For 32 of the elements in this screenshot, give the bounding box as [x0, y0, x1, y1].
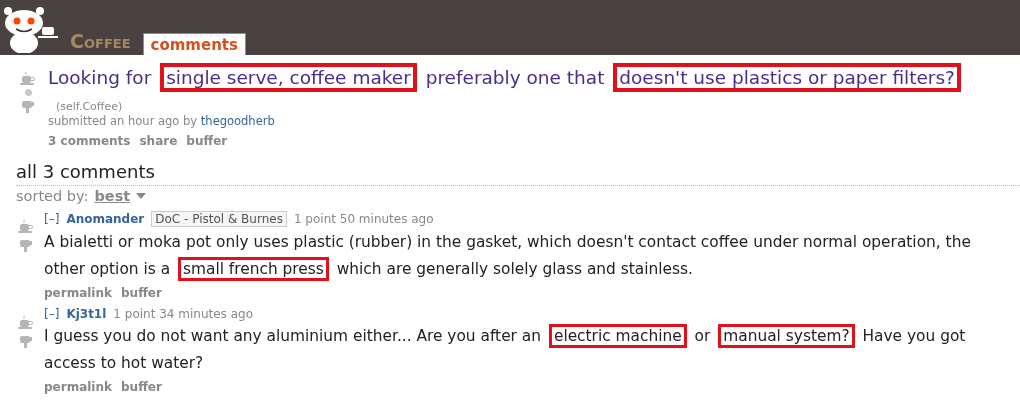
tab[interactable]: comments — [142, 33, 246, 55]
upvote-icon[interactable] — [18, 219, 34, 233]
comment-body: I guess you do not want any aluminium either... Are you after an electric machine or manual system? Have you got access to hot water? — [44, 323, 990, 377]
post-action-link[interactable]: 3 comments — [48, 134, 131, 148]
upvote-icon[interactable] — [18, 315, 34, 329]
collapse-toggle[interactable]: [–] — [44, 212, 60, 226]
user-flair: DoC - Pistol & Burnes — [151, 211, 287, 227]
comment-action-link[interactable]: buffer — [121, 286, 162, 300]
downvote-icon[interactable] — [20, 100, 36, 114]
comment-author[interactable]: Anomander — [66, 212, 145, 226]
comment-meta: 1 point 34 minutes ago — [113, 307, 253, 321]
author-link[interactable]: thegoodherb — [200, 114, 275, 128]
dropdown-caret-icon[interactable] — [136, 193, 147, 199]
sort-label: sorted by: — [16, 188, 89, 204]
comment-meta: 1 point 50 minutes ago — [293, 212, 434, 226]
score-dot — [24, 89, 32, 96]
post-action-link[interactable]: share — [139, 134, 178, 148]
comment-body: A bialetti or moka pot only uses plastic (rubber) in the gasket, which doesn't contact coffee under normal operation, the other option is a small french press which are generally solely glass and stainless. — [44, 229, 990, 283]
subreddit-name[interactable]: Coffee — [70, 30, 131, 55]
comments-heading: all 3 comments — [16, 161, 1020, 186]
comment-action-link[interactable]: buffer — [121, 380, 162, 394]
comment-action-link[interactable]: permalink — [44, 286, 112, 300]
downvote-icon[interactable] — [18, 335, 34, 349]
downvote-icon[interactable] — [18, 239, 34, 253]
post-action-link[interactable]: buffer — [186, 134, 228, 148]
sort-dropdown[interactable]: best — [94, 188, 131, 204]
collapse-toggle[interactable]: [–] — [44, 307, 60, 321]
comment-author[interactable]: Kj3t1l — [66, 307, 107, 321]
upvote-icon[interactable] — [20, 71, 36, 85]
comment-action-link[interactable]: permalink — [44, 380, 112, 394]
post-domain[interactable]: (self.Coffee) — [56, 100, 123, 113]
submitted-text: submitted an hour ago by — [48, 114, 198, 128]
